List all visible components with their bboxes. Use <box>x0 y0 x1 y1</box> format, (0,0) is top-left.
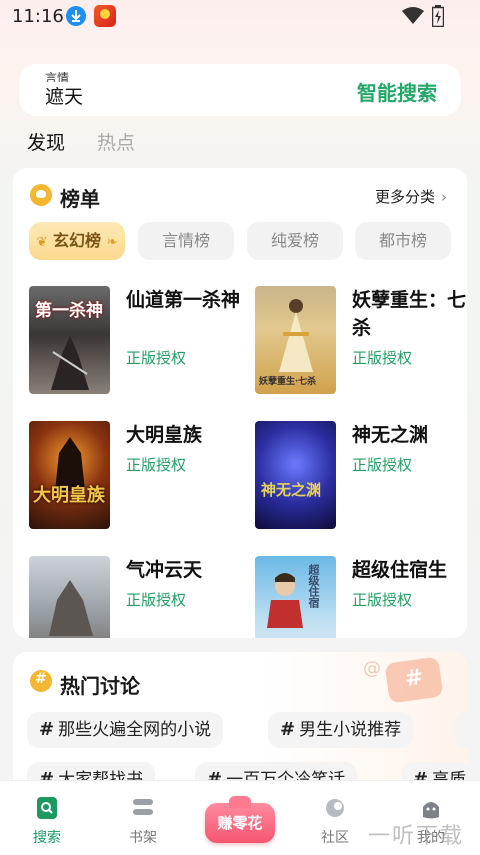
laurel-right-icon: ❧ <box>106 235 118 250</box>
cover-title-text: 超级住宿 <box>307 564 320 608</box>
download-icon <box>66 6 86 26</box>
profile-icon <box>423 802 439 819</box>
chevron-right-icon: › <box>441 188 447 206</box>
book-item[interactable]: 神无之渊 神无之渊 正版授权 <box>255 421 467 531</box>
at-sign-decoration-icon: @ <box>363 658 381 679</box>
cover-title-text: 大明皇族 <box>33 485 105 506</box>
book-license-tag: 正版授权 <box>126 456 187 474</box>
app-notification-icon <box>94 5 116 27</box>
smart-search-button[interactable]: 智能搜索 <box>357 77 437 106</box>
chip-romance[interactable]: 言情榜 <box>138 222 234 260</box>
hashtag-decoration-icon: # <box>384 656 444 704</box>
cover-figure-image <box>49 580 93 636</box>
cover-title-text: 第一杀神 <box>35 301 103 321</box>
battery-icon <box>432 5 444 27</box>
book-cover <box>29 556 110 638</box>
topic-chip-partial[interactable] <box>455 712 467 748</box>
discussion-title: 热门讨论 <box>60 674 140 698</box>
hashtag-icon <box>30 670 52 692</box>
wifi-icon <box>402 7 424 24</box>
nav-community-label: 社区 <box>321 830 349 846</box>
search-nav-icon <box>37 797 57 819</box>
search-bar[interactable]: 言情 遮天 智能搜索 <box>19 64 461 116</box>
book-title: 妖孽重生：七杀 <box>352 289 467 339</box>
book-license-tag: 正版授权 <box>352 591 413 609</box>
community-icon <box>326 799 344 817</box>
topic-label: 那些火遍全网的小说 <box>58 720 212 740</box>
cover-figure-image <box>279 299 313 372</box>
search-input[interactable]: 遮天 <box>45 82 83 109</box>
earn-pocket-money-button[interactable]: 赚零花 <box>205 796 275 843</box>
book-item[interactable]: 气冲云天 正版授权 <box>29 556 244 638</box>
book-license-tag: 正版授权 <box>126 349 187 367</box>
chip-urban[interactable]: 都市榜 <box>355 222 451 260</box>
topic-label: 男生小说推荐 <box>299 720 402 740</box>
book-item[interactable]: 第一杀神 仙道第一杀神 正版授权 <box>29 286 244 396</box>
book-title: 神无之渊 <box>352 424 429 446</box>
chip-label: 玄幻榜 <box>52 231 101 250</box>
status-bar: 11:16 <box>0 0 480 34</box>
nav-community[interactable]: 社区 <box>300 781 370 855</box>
book-cover: 大明皇族 <box>29 421 110 529</box>
ranking-title: 榜单 <box>60 187 100 211</box>
book-cover: 妖孽重生·七杀 <box>255 286 336 394</box>
chip-bl[interactable]: 纯爱榜 <box>247 222 343 260</box>
hash-icon: # <box>39 719 55 740</box>
book-cover: 第一杀神 <box>29 286 110 394</box>
book-cover: 超级住宿 <box>255 556 336 638</box>
book-license-tag: 正版授权 <box>126 591 187 609</box>
status-time: 11:16 <box>12 6 64 27</box>
cover-title-text: 神无之渊 <box>261 481 322 499</box>
book-title: 气冲云天 <box>126 559 203 581</box>
watermark-text: 一听下载 <box>368 824 465 849</box>
book-title: 大明皇族 <box>126 424 203 446</box>
book-item[interactable]: 妖孽重生·七杀 妖孽重生：七杀 正版授权 <box>255 286 467 396</box>
chip-fantasy[interactable]: ❦ 玄幻榜 ❧ <box>29 222 125 260</box>
topic-chip[interactable]: # 男生小说推荐 <box>268 712 414 748</box>
nav-bookshelf-label: 书架 <box>129 830 157 846</box>
cover-figure-image <box>51 336 89 390</box>
bookshelf-icon <box>133 799 153 815</box>
book-title: 仙道第一杀神 <box>126 289 241 311</box>
book-license-tag: 正版授权 <box>352 349 413 367</box>
book-item[interactable]: 超级住宿 超级住宿生 正版授权 <box>255 556 467 638</box>
search-hint-scrolling: 言情 <box>45 72 70 82</box>
tab-hot[interactable]: 热点 <box>97 128 135 155</box>
tab-discover[interactable]: 发现 <box>27 128 65 155</box>
book-title: 超级住宿生 <box>352 559 448 581</box>
book-item[interactable]: 大明皇族 大明皇族 正版授权 <box>29 421 244 531</box>
book-license-tag: 正版授权 <box>352 456 413 474</box>
ranking-chips: ❦ 玄幻榜 ❧ 言情榜 纯爱榜 都市榜 <box>29 222 459 262</box>
nav-search[interactable]: 搜索 <box>12 781 82 855</box>
book-cover: 神无之渊 <box>255 421 336 529</box>
nav-bookshelf[interactable]: 书架 <box>108 781 178 855</box>
nav-search-label: 搜索 <box>33 830 61 846</box>
topic-chip[interactable]: # 那些火遍全网的小说 <box>27 712 224 748</box>
cover-figure-image <box>267 573 303 628</box>
ranking-icon <box>30 184 52 206</box>
more-categories-label: 更多分类 <box>374 188 435 206</box>
hash-icon: # <box>280 719 296 740</box>
ranking-card: 榜单 更多分类 › ❦ 玄幻榜 ❧ 言情榜 纯爱榜 都市榜 第一杀神 仙道第一杀神… <box>13 168 467 638</box>
more-categories-link[interactable]: 更多分类 › <box>375 186 447 207</box>
cover-title-text: 妖孽重生·七杀 <box>259 377 317 387</box>
laurel-left-icon: ❦ <box>36 235 48 250</box>
